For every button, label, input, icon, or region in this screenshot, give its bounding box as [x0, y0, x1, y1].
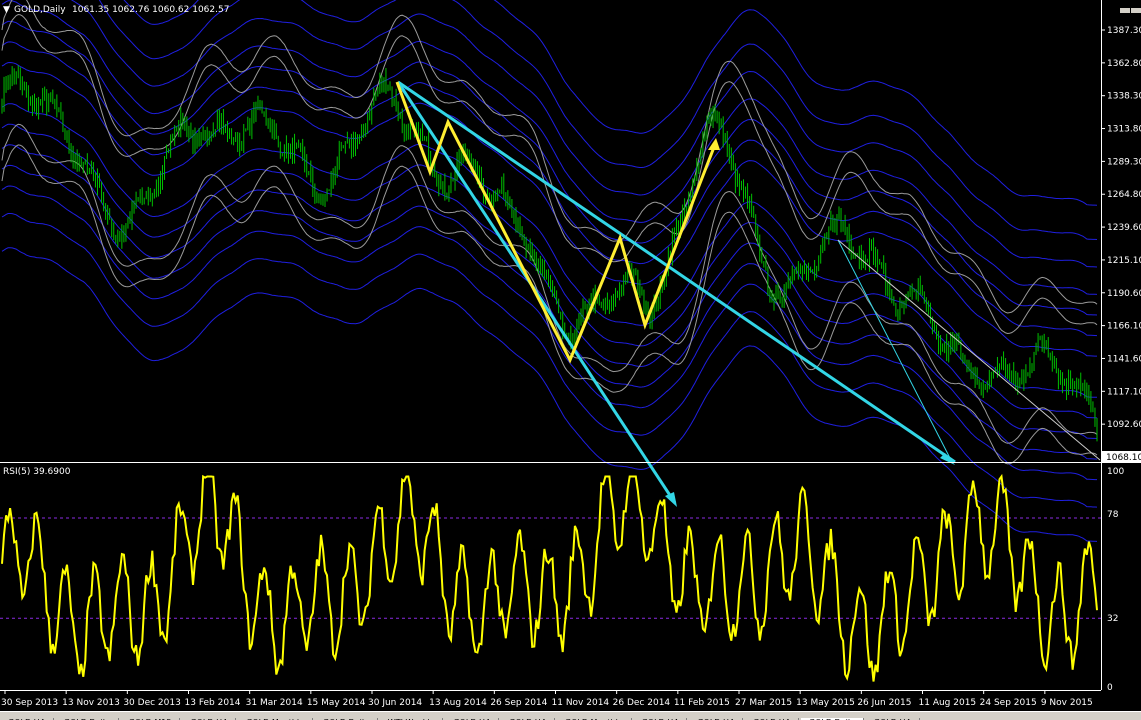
rsi-axis: 100 78 32 0: [1107, 467, 1124, 693]
price-tick-label: 1387.30: [1107, 26, 1141, 36]
time-tick-label: 15 May 2014: [307, 698, 366, 708]
time-tick-label: 11 Aug 2015: [919, 698, 977, 708]
time-tick-label: 24 Sep 2015: [980, 698, 1037, 708]
time-tick-label: 30 Jun 2014: [368, 698, 422, 708]
price-tick-label: 1190.60: [1107, 289, 1141, 299]
current-price-label: 1068.10: [1106, 453, 1141, 463]
time-tick-label: 11 Feb 2015: [674, 698, 730, 708]
window-controls[interactable]: [1119, 0, 1141, 13]
rsi-line: [1, 473, 1098, 682]
price-tick-label: 1239.60: [1107, 223, 1141, 233]
price-tick-label: 1117.10: [1107, 387, 1141, 397]
close-icon[interactable]: [1131, 8, 1141, 13]
time-tick-label: 26 Sep 2014: [490, 698, 547, 708]
chart-window[interactable]: ▼ GOLD,Daily 1061.35 1062.76 1060.62 106…: [0, 0, 1141, 719]
time-tick-label: 9 Nov 2015: [1041, 698, 1093, 708]
time-tick-label: 31 Mar 2014: [246, 698, 303, 708]
chart-canvas[interactable]: ▼ GOLD,Daily 1061.35 1062.76 1060.62 106…: [0, 0, 1141, 711]
time-tick-label: 13 May 2015: [796, 698, 855, 708]
rsi-axis-label: 100: [1107, 467, 1124, 477]
rsi-axis-label: 32: [1107, 614, 1118, 624]
price-tick-label: 1166.10: [1107, 322, 1141, 332]
price-tick-label: 1289.30: [1107, 157, 1141, 167]
symbol-arrow-icon[interactable]: ▼: [3, 5, 10, 15]
rsi-axis-label: 0: [1107, 683, 1113, 693]
ohlc-readout: 1061.35 1062.76 1060.62 1062.57: [72, 5, 229, 15]
time-tick-label: 26 Dec 2014: [613, 698, 671, 708]
symbol-timeframe-label: GOLD,Daily: [14, 5, 66, 15]
time-tick-label: 30 Dec 2013: [123, 698, 181, 708]
time-axis[interactable]: 30 Sep 2013 13 Nov 2013 30 Dec 2013 13 Feb …: [1, 690, 1093, 708]
price-tick-label: 1313.80: [1107, 125, 1141, 135]
price-tick-label: 1215.10: [1107, 256, 1141, 266]
price-axis[interactable]: 1387.30 1362.80 1338.30 1313.80 1289.30 1264.…: [1101, 26, 1141, 463]
price-tick-label: 1362.80: [1107, 59, 1141, 69]
time-tick-label: 27 Mar 2015: [735, 698, 792, 708]
time-tick-label: 30 Sep 2013: [1, 698, 58, 708]
price-tick-label: 1264.80: [1107, 190, 1141, 200]
price-tick-label: 1338.30: [1107, 92, 1141, 102]
time-tick-label: 13 Feb 2014: [185, 698, 241, 708]
restore-icon[interactable]: [1120, 8, 1130, 13]
time-tick-label: 26 Jun 2015: [857, 698, 911, 708]
time-tick-label: 13 Nov 2013: [62, 698, 120, 708]
trendline-arrow-head: [665, 492, 677, 507]
price-tick-label: 1141.60: [1107, 354, 1141, 364]
rsi-label: RSI(5) 39.6900: [3, 467, 71, 477]
price-tick-label: 1092.60: [1107, 420, 1141, 430]
rsi-axis-label: 78: [1107, 510, 1119, 520]
time-tick-label: 13 Aug 2014: [429, 698, 487, 708]
time-tick-label: 11 Nov 2014: [552, 698, 610, 708]
